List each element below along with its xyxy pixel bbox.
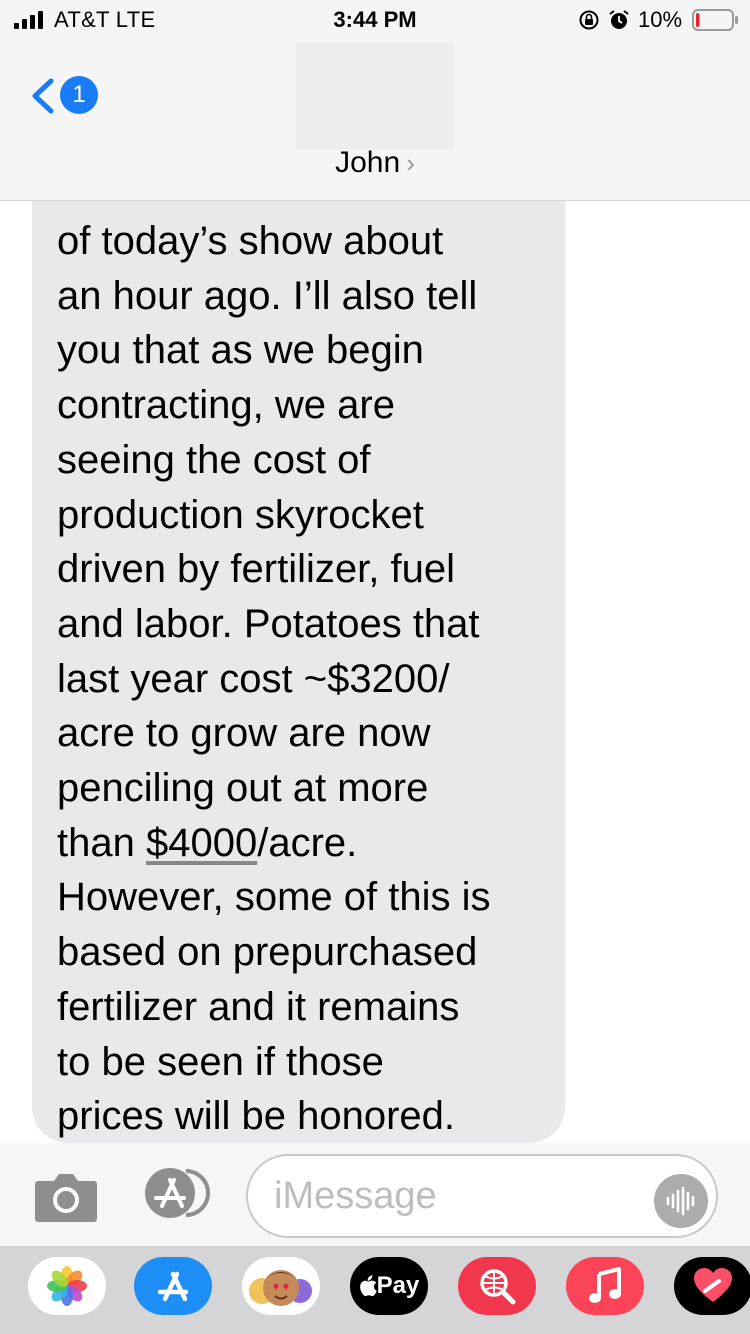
apple-logo-icon — [359, 1275, 377, 1297]
app-store-icon[interactable] — [140, 1168, 214, 1218]
alarm-icon — [609, 10, 629, 29]
imessage-app-drawer: Pay — [0, 1246, 750, 1334]
apple-pay-label: Pay — [376, 1272, 420, 1299]
photos-icon — [47, 1266, 87, 1306]
message-text: of today’s show about an hour ago. I’ll … — [57, 214, 557, 1143]
chevron-left-icon — [32, 78, 54, 114]
unread-count-badge: 1 — [60, 76, 98, 114]
app-store-icon — [157, 1271, 189, 1302]
detected-amount-link[interactable]: $4000 — [146, 821, 257, 865]
apple-pay-app-button[interactable]: Pay — [350, 1257, 428, 1315]
received-message-bubble[interactable]: of today’s show about an hour ago. I’ll … — [32, 200, 565, 1143]
battery-percent: 10% — [638, 7, 683, 32]
digital-touch-app-button[interactable] — [674, 1257, 750, 1315]
message-text-part: of today’s show about an hour ago. I’ll … — [57, 219, 480, 865]
battery-icon — [692, 9, 738, 31]
compose-bar — [0, 1143, 750, 1246]
heart-touch-icon — [694, 1268, 732, 1302]
contact-name-button[interactable]: John › — [0, 146, 750, 180]
photos-app-button[interactable] — [28, 1257, 106, 1315]
memoji-icon — [249, 1270, 312, 1306]
message-text-part: /acre. However, some of this is based on… — [57, 820, 491, 1139]
memoji-app-button[interactable] — [242, 1257, 320, 1315]
app-store-app-button[interactable] — [134, 1257, 212, 1315]
message-list[interactable]: of today’s show about an hour ago. I’ll … — [0, 200, 750, 1143]
globe-search-icon — [480, 1269, 516, 1305]
camera-icon[interactable] — [34, 1171, 98, 1223]
music-note-icon — [589, 1267, 621, 1303]
status-bar: AT&T LTE 3:44 PM 10% — [0, 0, 750, 40]
audio-message-button[interactable] — [654, 1174, 708, 1228]
message-input[interactable] — [246, 1154, 718, 1238]
waveform-icon — [666, 1186, 695, 1216]
contact-name: John — [335, 146, 401, 179]
web-search-app-button[interactable] — [458, 1257, 536, 1315]
contact-avatar[interactable] — [296, 42, 454, 150]
music-app-button[interactable] — [566, 1257, 644, 1315]
rotation-lock-icon — [579, 10, 599, 30]
chevron-right-icon: › — [406, 148, 415, 178]
back-button[interactable]: 1 — [30, 74, 102, 120]
